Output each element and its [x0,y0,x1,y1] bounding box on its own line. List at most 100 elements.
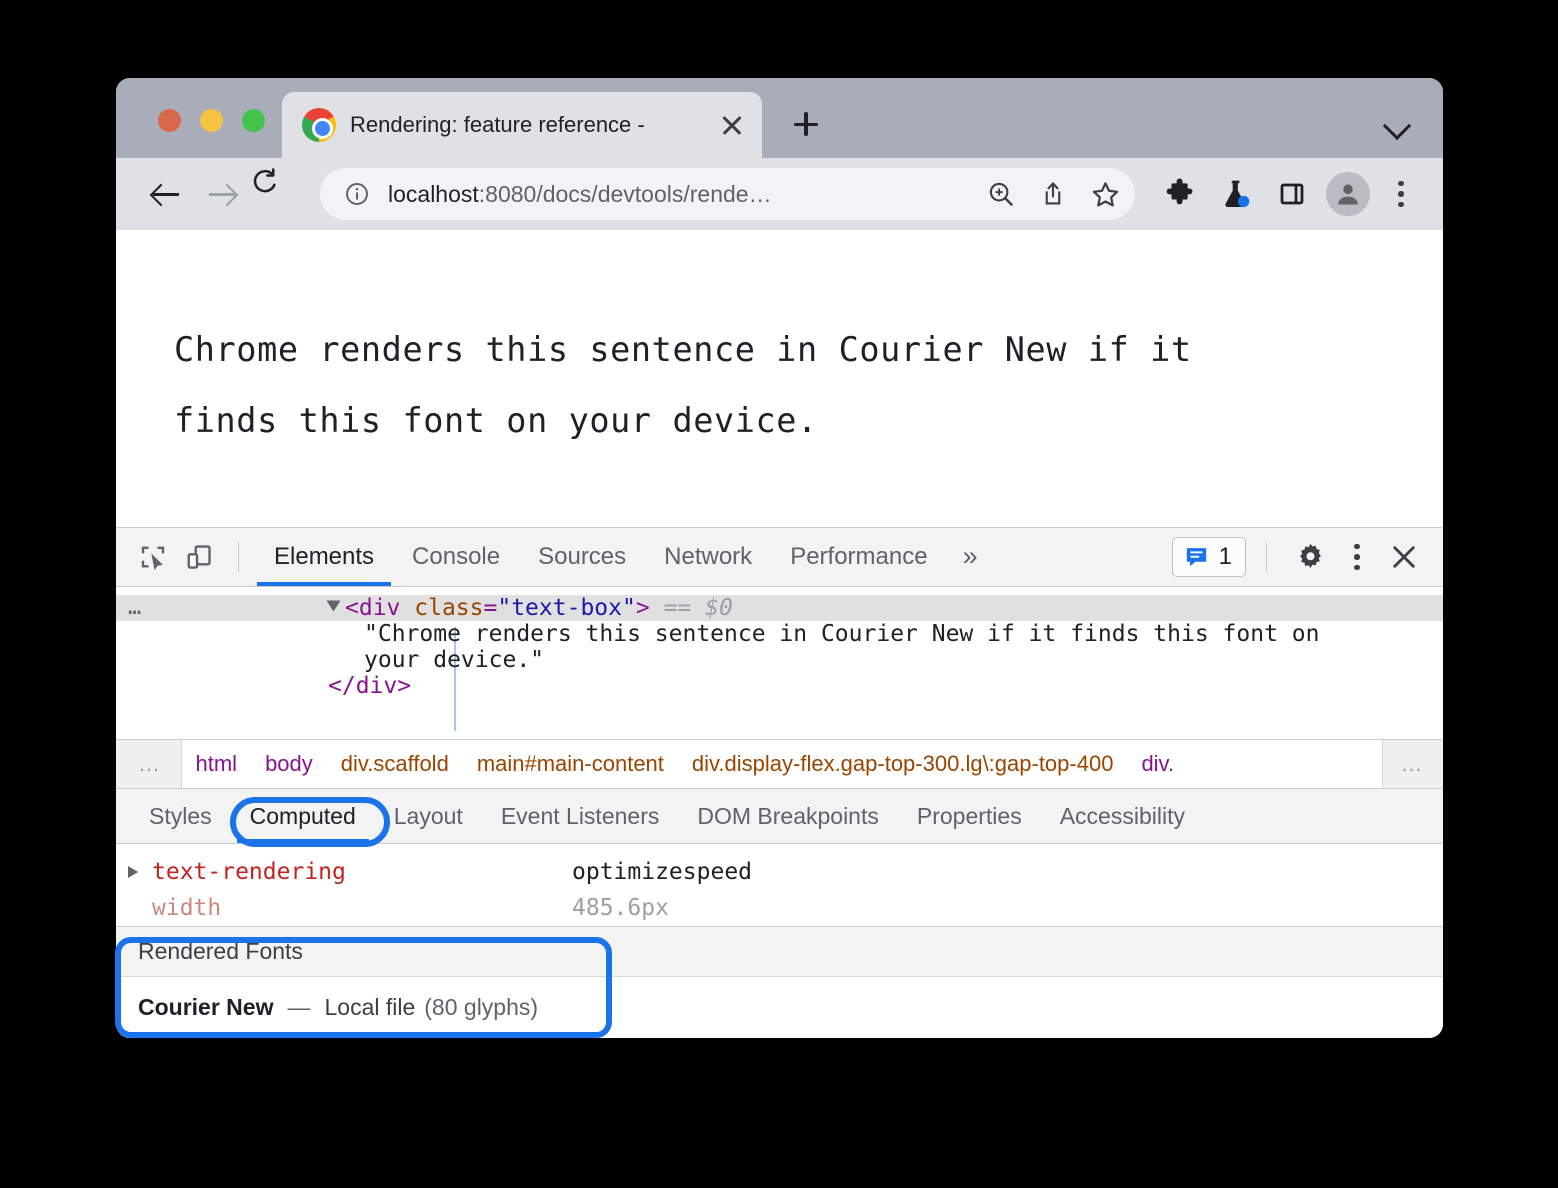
breadcrumb: … html body div.scaffold main#main-conte… [116,739,1443,788]
devtools-panel-tabs: Elements Console Sources Network Perform… [255,528,994,586]
expand-triangle-icon-text-rendering[interactable] [128,866,152,878]
computed-row-text-rendering[interactable]: text-rendering optimizespeed [116,854,1443,890]
pane-tab-accessibility[interactable]: Accessibility [1041,789,1204,843]
expand-triangle-icon[interactable] [327,600,341,611]
pane-tab-dom-breakpoints[interactable]: DOM Breakpoints [678,789,898,843]
rendered-font-glyph-count: (80 glyphs) [424,994,538,1021]
tab-console[interactable]: Console [393,528,519,586]
maximize-window-button[interactable] [242,109,265,132]
dom-gutter-ellipsis[interactable]: … [116,595,328,620]
computed-styles-pane: text-rendering optimizespeed width 485.6… [116,844,1443,926]
dom-open-tag: <div [345,595,400,621]
dom-row-selected[interactable]: … <div class="text-box"> == $0 [116,595,1443,621]
close-window-button[interactable] [158,109,181,132]
computed-row-width[interactable]: width 485.6px [116,890,1443,926]
tab-performance[interactable]: Performance [771,528,946,586]
pane-tab-layout[interactable]: Layout [375,789,482,843]
pane-tab-styles[interactable]: Styles [130,789,231,843]
close-devtools-icon[interactable] [1381,534,1427,580]
side-panel-icon[interactable] [1269,171,1315,217]
three-dot-menu-icon[interactable] [1381,171,1421,217]
sidebar-pane-tabs: Styles Computed Layout Event Listeners D… [116,788,1443,844]
breadcrumb-overflow-right[interactable]: … [1382,740,1444,788]
star-icon[interactable] [1083,172,1127,216]
chrome-logo-icon [302,108,336,142]
zoom-in-icon[interactable] [979,172,1023,216]
browser-toolbar: localhost:8080/docs/devtools/rende… [116,158,1443,230]
dom-partial-row-above: <div class="text-box"> [116,587,1443,595]
pane-tab-computed[interactable]: Computed [231,789,375,843]
page-viewport: Chrome renders this sentence in Courier … [116,230,1443,527]
breadcrumb-overflow-left[interactable]: … [116,740,182,788]
gear-icon[interactable] [1287,534,1333,580]
rendered-font-name: Courier New [138,994,273,1021]
dom-text-node: "Chrome renders this sentence in Courier… [328,621,1443,673]
computed-property-value-2: 485.6px [572,895,669,921]
minimize-window-button[interactable] [200,109,223,132]
breadcrumb-item-div-display-flex[interactable]: div.display-flex.gap-top-300.lg\:gap-top… [678,751,1128,777]
dom-partial-text: <div class="text-box"> [456,587,761,591]
info-circle-icon[interactable] [344,181,370,207]
page-sample-text: Chrome renders this sentence in Courier … [174,314,1403,456]
computed-property-name-2: width [152,895,572,921]
toolbar-divider-2 [1266,542,1267,572]
breadcrumb-item-html[interactable]: html [182,751,252,777]
profile-button[interactable] [1325,171,1371,217]
message-count-badge[interactable]: 1 [1172,537,1246,577]
tab-title: Rendering: feature reference - [350,112,702,138]
tab-elements[interactable]: Elements [255,528,393,586]
browser-window: Rendering: feature reference - [116,78,1443,1038]
page-sample-line-1: Chrome renders this sentence in Courier … [174,314,1403,385]
device-toolbar-icon[interactable] [176,534,222,580]
more-tabs-icon[interactable]: » [947,528,994,586]
breadcrumb-item-main-content[interactable]: main#main-content [463,751,678,777]
devtools-toolbar-actions: 1 [1172,534,1427,580]
close-tab-icon[interactable] [716,109,748,141]
computed-property-value: optimizespeed [572,859,752,885]
dom-tree[interactable]: <div class="text-box"> … <div class="tex… [116,587,1443,739]
back-button[interactable] [138,166,194,222]
breadcrumb-item-body[interactable]: body [251,751,327,777]
breadcrumb-item-div-scaffold[interactable]: div.scaffold [327,751,463,777]
pane-tab-event-listeners[interactable]: Event Listeners [482,789,679,843]
rendered-font-dash: — [287,994,310,1021]
devtools-toolbar: Elements Console Sources Network Perform… [116,528,1443,587]
toolbar-divider [238,542,239,572]
address-bar[interactable]: localhost:8080/docs/devtools/rende… [320,168,1135,220]
flask-icon[interactable] [1213,171,1259,217]
omnibox-actions [979,172,1127,216]
new-tab-button[interactable] [780,98,832,150]
dom-close-bracket: > [636,595,650,621]
back-arrow-icon [153,181,179,207]
window-traffic-lights [116,109,265,158]
dom-row-close-tag[interactable]: </div> [116,673,1443,699]
message-count: 1 [1219,543,1232,571]
dom-row-content: <div class="text-box"> == $0 [328,595,1443,621]
inspect-element-icon[interactable] [130,534,176,580]
rendered-fonts-header[interactable]: Rendered Fonts [116,926,1443,977]
pane-tab-properties[interactable]: Properties [898,789,1041,843]
breadcrumb-item-div-truncated[interactable]: div. [1127,751,1188,777]
address-bar-text: localhost:8080/docs/devtools/rende… [388,181,979,208]
tab-network[interactable]: Network [645,528,771,586]
message-bubble-icon [1183,543,1210,570]
dom-row-text[interactable]: "Chrome renders this sentence in Courier… [116,621,1443,673]
puzzle-piece-icon[interactable] [1157,171,1203,217]
toolbar-icon-group [1157,171,1421,217]
dom-text-line-2: your device." [328,647,1433,673]
tab-strip: Rendering: feature reference - [116,78,1443,158]
dom-text-line-1: "Chrome renders this sentence in Courier… [328,621,1433,647]
url-path: :8080/docs/devtools/rende… [479,181,772,207]
dom-attr-value: "text-box" [497,595,635,621]
forward-button[interactable] [194,166,250,222]
page-sample-line-2: finds this font on your device. [174,385,1403,456]
forward-arrow-icon [209,181,235,207]
devtools-panel: Elements Console Sources Network Perform… [116,527,1443,1038]
tab-sources[interactable]: Sources [519,528,645,586]
browser-tab[interactable]: Rendering: feature reference - [282,92,762,158]
share-icon[interactable] [1031,172,1075,216]
screenshot-canvas: Rendering: feature reference - [0,0,1558,1188]
chevron-down-icon[interactable] [1373,100,1421,148]
reload-button[interactable] [250,166,306,222]
devtools-more-options-icon[interactable] [1337,534,1377,580]
